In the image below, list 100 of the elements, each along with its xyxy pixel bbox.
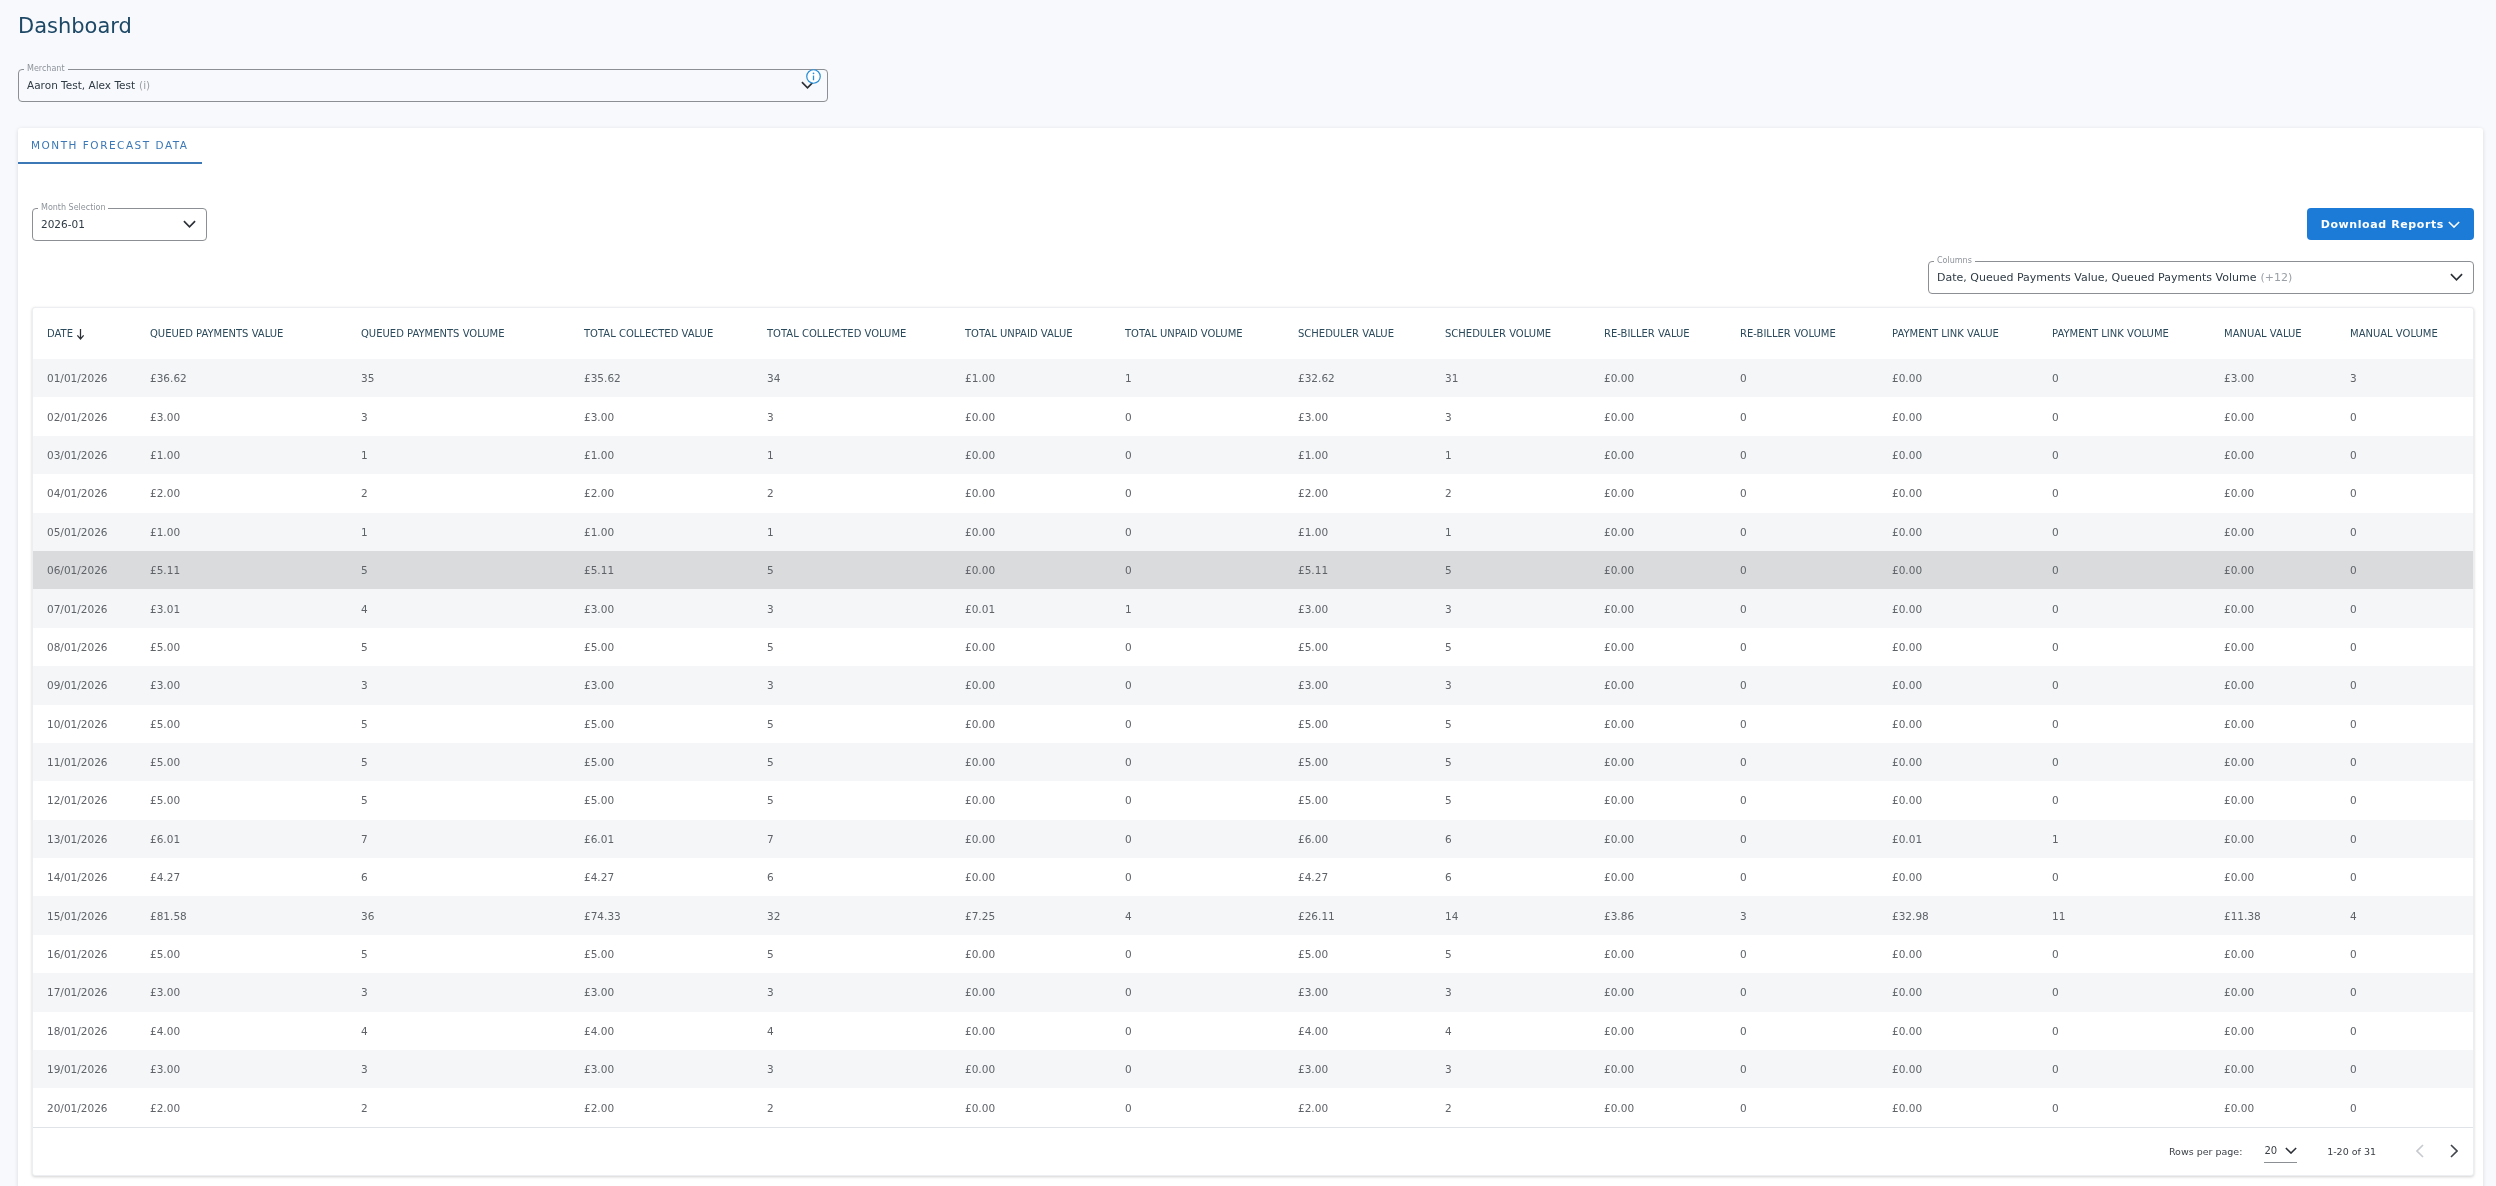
table-cell-text: 0: [2349, 678, 2358, 694]
table-cell-text: £5.00: [583, 716, 616, 732]
table-cell-text: 0: [1124, 831, 1133, 847]
table-cell-text: 0: [2349, 947, 2358, 963]
table-cell-text: £0.00: [1603, 1023, 1636, 1039]
table-cell-text: 5: [1444, 755, 1453, 771]
table-cell-text: £0.00: [1603, 678, 1636, 694]
column-header[interactable]: SCHEDULER VALUE: [1284, 308, 1431, 359]
table-cell-text: 2: [1444, 1100, 1453, 1116]
table-cell-text: £0.00: [1891, 947, 1924, 963]
info-icon[interactable]: [806, 69, 821, 84]
table-cell-text: 0: [1124, 563, 1133, 579]
table-cell-text: 1: [1124, 371, 1133, 387]
table-cell-text: £1.00: [1297, 447, 1330, 463]
column-header[interactable]: TOTAL UNPAID VALUE: [951, 308, 1111, 359]
table-cell-text: £0.00: [1891, 678, 1924, 694]
column-header[interactable]: RE-BILLER VOLUME: [1726, 308, 1878, 359]
table-cell-text: 0: [2051, 755, 2060, 771]
table-cell-text: 0: [1739, 1023, 1748, 1039]
table-cell-text: £0.00: [2223, 755, 2256, 771]
column-header[interactable]: MANUAL VOLUME: [2336, 308, 2473, 359]
table-cell-text: £5.00: [149, 639, 182, 655]
table-cell-text: 0: [1124, 1023, 1133, 1039]
table-cell-text: £0.00: [964, 716, 997, 732]
table-cell-text: £4.00: [149, 1023, 182, 1039]
table-cell-text: 0: [1739, 447, 1748, 463]
table-cell-text: £0.00: [1891, 793, 1924, 809]
table-cell-text: 01/01/2026: [46, 371, 109, 387]
table-cell-text: 0: [2349, 716, 2358, 732]
table-cell-text: £0.00: [2223, 639, 2256, 655]
table-cell-text: 10/01/2026: [46, 716, 109, 732]
column-header[interactable]: DATE: [33, 308, 136, 359]
table-cell-text: £5.00: [583, 755, 616, 771]
table-cell-text: £5.00: [583, 793, 616, 809]
column-header[interactable]: PAYMENT LINK VOLUME: [2038, 308, 2210, 359]
table-cell-text: £1.00: [1297, 524, 1330, 540]
table-cell-text: £0.00: [1891, 486, 1924, 502]
table-cell-text: £4.27: [583, 870, 616, 886]
table-cell-text: 0: [1739, 1100, 1748, 1116]
table-cell-text: 4: [1124, 908, 1133, 924]
table-cell-text: 11/01/2026: [46, 755, 109, 771]
table-cell-text: 09/01/2026: [46, 678, 109, 694]
table-cell-text: £0.00: [964, 486, 997, 502]
table-cell-text: £0.00: [2223, 985, 2256, 1001]
table-cell-text: £74.33: [583, 908, 622, 924]
table-cell-text: 7: [766, 831, 775, 847]
table-cell-text: £3.86: [1603, 908, 1636, 924]
table-cell-text: 5: [360, 716, 369, 732]
columns-select[interactable]: Columns Date, Queued Payments Value, Queued Payments Volume (+12): [1928, 257, 2474, 294]
table-cell-text: £3.00: [583, 985, 616, 1001]
table-cell-text: 08/01/2026: [46, 639, 109, 655]
tab[interactable]: MONTH FORECAST DATA: [18, 128, 202, 164]
column-header[interactable]: QUEUED PAYMENTS VALUE: [136, 308, 347, 359]
table-cell-text: £5.00: [583, 639, 616, 655]
column-header[interactable]: TOTAL COLLECTED VALUE: [570, 308, 753, 359]
table-cell-text: 0: [1124, 1062, 1133, 1078]
table-cell-text: £5.00: [1297, 793, 1330, 809]
column-header[interactable]: QUEUED PAYMENTS VOLUME: [347, 308, 570, 359]
column-header[interactable]: MANUAL VALUE: [2210, 308, 2336, 359]
table-cell-text: 5: [360, 947, 369, 963]
table-cell-text: 3: [2349, 371, 2358, 387]
table-cell-text: 0: [2349, 831, 2358, 847]
table-cell-text: 4: [1444, 1023, 1453, 1039]
table-cell-text: 3: [1739, 908, 1748, 924]
table-cell-text: £7.25: [964, 908, 997, 924]
column-header[interactable]: TOTAL UNPAID VOLUME: [1111, 308, 1284, 359]
table-cell-text: £0.00: [1891, 1100, 1924, 1116]
table-cell-text: £3.00: [1297, 678, 1330, 694]
column-header[interactable]: SCHEDULER VOLUME: [1431, 308, 1590, 359]
table-cell-text: 0: [1739, 678, 1748, 694]
rows-per-page-select[interactable]: 20: [2264, 1139, 2298, 1163]
table-cell-text: £0.00: [1603, 371, 1636, 387]
table-cell-text: 1: [360, 524, 369, 540]
table-cell-text: 5: [766, 563, 775, 579]
table-cell-text: 5: [766, 639, 775, 655]
table-cell-text: 14: [1444, 908, 1460, 924]
table-cell-text: 5: [1444, 639, 1453, 655]
table-cell-text: £0.00: [1603, 716, 1636, 732]
table-cell-text: £6.00: [1297, 831, 1330, 847]
table-cell-text: 5: [766, 947, 775, 963]
table-cell-text: 1: [766, 447, 775, 463]
table-cell-text: 5: [360, 639, 369, 655]
table-cell-text: 0: [2349, 1023, 2358, 1039]
table-cell-text: 0: [1739, 1062, 1748, 1078]
month-select[interactable]: Month Selection 2026-01: [32, 204, 207, 241]
table-cell-text: £5.00: [1297, 947, 1330, 963]
column-header[interactable]: PAYMENT LINK VALUE: [1878, 308, 2038, 359]
download-reports-button[interactable]: Download Reports: [2306, 208, 2474, 240]
table-cell-text: £0.00: [2223, 486, 2256, 502]
column-header[interactable]: TOTAL COLLECTED VOLUME: [753, 308, 951, 359]
table-cell-text: £0.00: [1603, 639, 1636, 655]
table-cell-text: 5: [766, 755, 775, 771]
merchant-select[interactable]: Merchant Aaron Test, Alex Test (i): [18, 65, 828, 102]
table-cell-text: £32.98: [1891, 908, 1930, 924]
table-cell-text: 0: [1124, 639, 1133, 655]
table-cell-text: 5: [360, 563, 369, 579]
column-header[interactable]: RE-BILLER VALUE: [1590, 308, 1726, 359]
chevron-right-icon: [2450, 1144, 2458, 1159]
table-cell-text: £3.00: [1297, 601, 1330, 617]
table-cell-text: £3.00: [149, 1062, 182, 1078]
